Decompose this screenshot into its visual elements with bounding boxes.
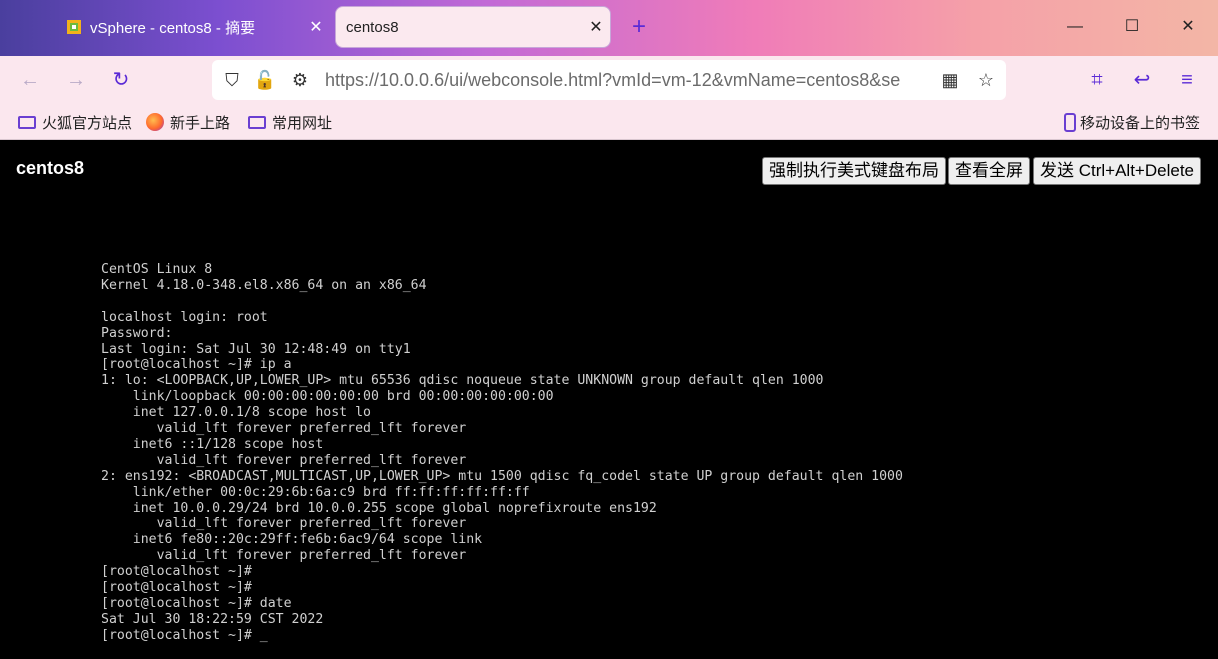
firefox-icon	[146, 113, 164, 131]
url-text[interactable]: https://10.0.0.6/ui/webconsole.html?vmId…	[325, 60, 947, 100]
terminal-line: [root@localhost ~]# _	[101, 627, 268, 643]
terminal-line: inet6 fe80::20c:29ff:fe6b:6ac9/64 scope …	[101, 532, 483, 548]
terminal-line: valid_lft forever preferred_lft forever	[101, 452, 467, 468]
terminal-line: [root@localhost ~]# date	[101, 596, 292, 612]
terminal-line: valid_lft forever preferred_lft forever	[101, 516, 467, 532]
back-button[interactable]: ←	[17, 67, 43, 93]
bookmark-firefox-official[interactable]: 火狐官方站点	[18, 110, 132, 134]
screenshot-icon[interactable]: ⌗	[1084, 67, 1110, 93]
folder-icon	[18, 115, 36, 129]
menu-icon[interactable]: ≡	[1174, 67, 1200, 93]
tab-title: vSphere - centos8 - 摘要	[90, 19, 256, 37]
terminal-line: link/ether 00:0c:29:6b:6a:c9 brd ff:ff:f…	[101, 484, 530, 500]
terminal-line: inet 10.0.0.29/24 brd 10.0.0.255 scope g…	[101, 500, 657, 516]
vsphere-icon	[66, 19, 82, 35]
terminal-line: localhost login: root	[101, 309, 268, 325]
close-icon[interactable]: ✕	[302, 17, 330, 37]
terminal-line: inet 127.0.0.1/8 scope host lo	[101, 405, 371, 421]
vm-title: centos8	[16, 158, 85, 178]
undo-icon[interactable]: ↩	[1129, 67, 1155, 93]
shield-icon[interactable]: ⛉	[220, 68, 244, 92]
reload-button[interactable]: ↻	[108, 67, 134, 93]
close-window-button[interactable]: ✕	[1173, 14, 1203, 40]
terminal-line: Password:	[101, 325, 173, 341]
mobile-device-icon	[1064, 112, 1076, 132]
web-console[interactable]: centos8 强制执行美式键盘布局 查看全屏 发送 Ctrl+Alt+Dele…	[0, 141, 1218, 659]
terminal-line: [root@localhost ~]# ip a	[101, 357, 292, 373]
mobile-bookmarks[interactable]: 移动设备上的书签	[1064, 110, 1200, 134]
terminal-line: link/loopback 00:00:00:00:00:00 brd 00:0…	[101, 389, 554, 405]
title-bar: vSphere - centos8 - 摘要 ✕ centos8 ✕ + — ☐…	[0, 0, 1218, 56]
tab-centos8-console[interactable]: centos8 ✕	[335, 6, 611, 48]
forward-button[interactable]: →	[63, 67, 89, 93]
terminal-line: 1: lo: <LOOPBACK,UP,LOWER_UP> mtu 65536 …	[101, 373, 824, 389]
folder-icon	[248, 115, 266, 129]
terminal-line: valid_lft forever preferred_lft forever	[101, 548, 467, 564]
bookmarks-bar: 火狐官方站点 新手上路 常用网址 移动设备上的书签	[0, 104, 1218, 140]
terminal-line: Sat Jul 30 18:22:59 CST 2022	[101, 611, 324, 627]
bookmark-common-sites[interactable]: 常用网址	[248, 110, 332, 134]
bookmark-getting-started[interactable]: 新手上路	[146, 110, 230, 134]
terminal-line: 2: ens192: <BROADCAST,MULTICAST,UP,LOWER…	[101, 468, 903, 484]
force-us-keyboard-button[interactable]: 强制执行美式键盘布局	[762, 157, 946, 185]
terminal-line: CentOS Linux 8	[101, 262, 213, 277]
terminal-line: [root@localhost ~]#	[101, 564, 252, 580]
tab-title: centos8	[346, 18, 399, 36]
terminal-line: valid_lft forever preferred_lft forever	[101, 421, 467, 437]
close-icon[interactable]: ✕	[582, 17, 610, 37]
tab-vsphere-summary[interactable]: vSphere - centos8 - 摘要 ✕	[58, 6, 330, 48]
minimize-button[interactable]: —	[1060, 14, 1090, 40]
navigation-bar: ← → ↻ ⛉ 🔓 ⚙ https://10.0.0.6/ui/webconso…	[0, 56, 1218, 104]
terminal-line: Last login: Sat Jul 30 12:48:49 on tty1	[101, 341, 411, 357]
new-tab-button[interactable]: +	[626, 14, 652, 40]
terminal-line: [root@localhost ~]#	[101, 580, 252, 596]
maximize-button[interactable]: ☐	[1117, 14, 1147, 40]
url-bar[interactable]: ⛉ 🔓 ⚙ https://10.0.0.6/ui/webconsole.htm…	[212, 60, 1006, 100]
send-ctrl-alt-delete-button[interactable]: 发送 Ctrl+Alt+Delete	[1033, 157, 1201, 185]
lock-warning-icon[interactable]: 🔓	[253, 68, 277, 92]
fullscreen-button[interactable]: 查看全屏	[948, 157, 1030, 185]
star-icon[interactable]: ☆	[974, 68, 998, 92]
terminal-line: inet6 ::1/128 scope host	[101, 436, 324, 452]
terminal-output[interactable]: CentOS Linux 8 Kernel 4.18.0-348.el8.x86_…	[101, 262, 903, 644]
permissions-icon[interactable]: ⚙	[288, 68, 312, 92]
qr-code-icon[interactable]: ▦	[938, 68, 962, 92]
terminal-line: Kernel 4.18.0-348.el8.x86_64 on an x86_6…	[101, 277, 427, 293]
